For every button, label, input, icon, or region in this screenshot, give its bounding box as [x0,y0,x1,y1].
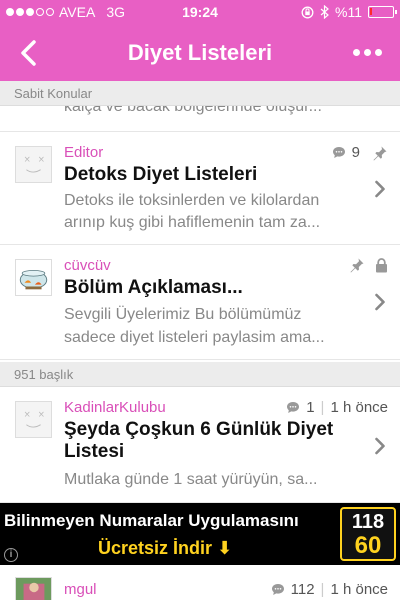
chevron-right-icon[interactable] [374,437,386,455]
comment-count: 9 [351,144,360,161]
topic-title-line[interactable]: Şeyda Çoşkun 6 Günlük Diyet [64,419,364,441]
status-right: %11 [301,4,397,20]
partial-topic-row[interactable]: kalça ve bacak bölgelerinde oluşur... [0,106,400,132]
topic-title[interactable]: Detoks Diyet Listeleri [64,164,364,186]
divider: | [320,399,325,416]
ad-cta[interactable]: Ücretsiz İndir ⬇ [98,538,232,559]
topic-meta: 112 | 1 h önce [271,581,388,598]
aquarium-avatar [15,259,52,296]
pin-icon [350,258,364,273]
orientation-lock-icon [301,6,314,18]
chevron-right-icon[interactable] [374,180,386,198]
status-bar: AVEA 3G 19:24 %11 [0,0,400,25]
topic-author[interactable]: Editor [64,144,103,161]
section-header-pinned: Sabit Konular [0,81,400,106]
comment-count: 1 [306,399,315,416]
ad-logo: 118 60 [340,507,396,561]
svg-text:×: × [24,155,31,165]
svg-text:×: × [38,410,45,420]
user-avatar [15,577,52,600]
topic-excerpt: Sevgili Üyelerimiz Bu bölümümüz [64,306,302,323]
svg-text:×: × [38,155,45,165]
comment-icon [271,584,284,595]
lock-icon [376,257,387,272]
ad-headline: Bilinmeyen Numaralar Uygulamasını [4,511,299,530]
comment-count: 112 [290,581,315,598]
battery-percent: %11 [335,4,362,20]
topic-title-line[interactable]: Listesi [64,441,364,463]
chevron-right-icon[interactable] [374,293,386,311]
bluetooth-icon [320,5,329,19]
topic-meta: 9 [332,144,388,161]
topic-time: 1 h önce [330,581,388,598]
page-title: Diyet Listeleri [127,40,273,65]
info-icon[interactable]: i [4,548,18,562]
topic-author[interactable]: KadinlarKulubu [64,399,166,416]
topic-title[interactable]: Bölüm Açıklaması... [64,277,364,299]
topic-excerpt: arınıp kuş gibi hafiflemenin tam za... [64,214,321,231]
section-header-count: 951 başlık [0,362,400,387]
topic-row[interactable]: cüvcüv Bölüm Açıklaması... Sevgili Üyele… [0,245,400,360]
default-avatar-icon: × × [15,146,52,183]
topic-row[interactable]: × × KadinlarKulubu 1 | 1 h önce Şeyda Çoş… [0,387,400,503]
topic-row[interactable]: mgul 112 | 1 h önce [0,565,400,600]
topic-excerpt: sadece diyet listeleri paylasim ama... [64,329,325,346]
topic-row[interactable]: × × Editor 9 Detoks Diyet Listeleri Detok… [0,132,400,245]
comment-icon [332,147,345,158]
ad-banner[interactable]: Bilinmeyen Numaralar Uygulamasını Ücrets… [0,503,400,565]
topic-excerpt: Detoks ile toksinlerden ve kilolardan [64,192,320,209]
topic-time: 1 h önce [330,399,388,416]
svg-text:×: × [24,410,31,420]
ad-logo-bottom: 60 [354,532,382,559]
battery-icon [368,6,397,18]
topic-author[interactable]: cüvcüv [64,257,111,274]
topic-meta: 1 | 1 h önce [286,399,388,416]
more-options-icon[interactable] [353,49,382,56]
divider: | [320,581,325,598]
topic-excerpt: Mutlaka günde 1 saat yürüyün, sa... [64,471,318,488]
nav-bar: Diyet Listeleri [0,25,400,81]
ad-logo-top: 118 [351,511,385,533]
pin-icon [373,146,387,160]
topic-author[interactable]: mgul [64,581,97,598]
comment-icon [287,402,300,413]
default-avatar-icon: × × [15,401,52,438]
topic-meta [349,257,388,273]
topic-excerpt: kalça ve bacak bölgelerinde oluşur... [64,106,322,115]
